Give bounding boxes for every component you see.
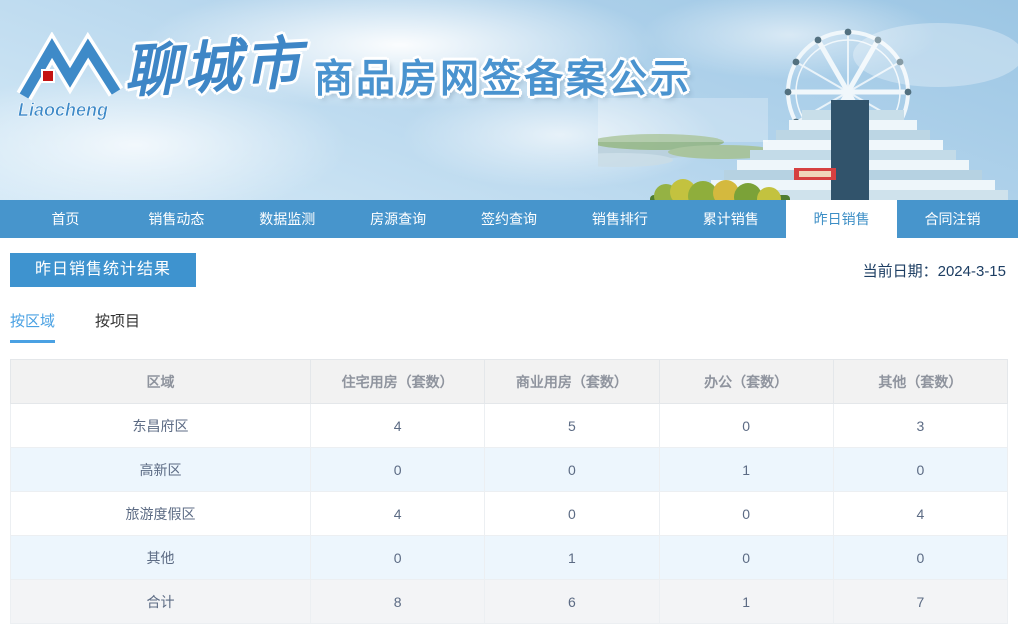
table-header-row: 区域 住宅用房（套数） 商业用房（套数） 办公（套数） 其他（套数） (11, 360, 1008, 404)
nav-item-yesterday-sales[interactable]: 昨日销售 (786, 200, 897, 238)
value-cell: 0 (485, 492, 659, 536)
table-row: 其他 0 1 0 0 (11, 536, 1008, 580)
value-cell: 3 (833, 404, 1007, 448)
value-cell: 0 (311, 448, 485, 492)
col-region: 区域 (11, 360, 311, 404)
value-cell: 0 (485, 448, 659, 492)
value-cell: 0 (659, 536, 833, 580)
liaocheng-logo-icon: Liaocheng (16, 32, 124, 124)
site-brand: Liaocheng 聊城市 商品房网签备案公示 (16, 32, 692, 124)
value-cell: 8 (311, 580, 485, 624)
value-cell: 1 (659, 580, 833, 624)
view-tabs: 按区域 按项目 (10, 310, 1008, 343)
nav-item-sales-dynamics[interactable]: 销售动态 (121, 200, 232, 238)
city-name: 聊城市 (123, 35, 306, 101)
value-cell: 1 (659, 448, 833, 492)
value-cell: 7 (833, 580, 1007, 624)
table-row: 旅游度假区 4 0 0 4 (11, 492, 1008, 536)
region-cell: 旅游度假区 (11, 492, 311, 536)
logo-script-text: Liaocheng (18, 100, 108, 120)
section-header: 昨日销售统计结果 当前日期：2024-3-15 (10, 253, 1008, 287)
value-cell: 4 (311, 492, 485, 536)
main-nav: 首页 销售动态 数据监测 房源查询 签约查询 销售排行 累计销售 昨日销售 合同… (0, 200, 1018, 238)
value-cell: 0 (659, 404, 833, 448)
col-commercial: 商业用房（套数） (485, 360, 659, 404)
col-office: 办公（套数） (659, 360, 833, 404)
value-cell: 0 (311, 536, 485, 580)
tab-by-region[interactable]: 按区域 (10, 310, 55, 343)
site-title: 商品房网签备案公示 (314, 60, 692, 99)
nav-item-listing-query[interactable]: 房源查询 (343, 200, 454, 238)
table-total-row: 合计 8 6 1 7 (11, 580, 1008, 624)
value-cell: 4 (311, 404, 485, 448)
region-cell: 合计 (11, 580, 311, 624)
table-row: 东昌府区 4 5 0 3 (11, 404, 1008, 448)
value-cell: 6 (485, 580, 659, 624)
nav-item-sales-ranking[interactable]: 销售排行 (564, 200, 675, 238)
nav-item-home[interactable]: 首页 (10, 200, 121, 238)
site-banner: Liaocheng 聊城市 商品房网签备案公示 (0, 0, 1018, 200)
col-other: 其他（套数） (833, 360, 1007, 404)
tab-by-project[interactable]: 按项目 (95, 310, 140, 343)
yesterday-sales-table: 区域 住宅用房（套数） 商业用房（套数） 办公（套数） 其他（套数） 东昌府区 … (10, 359, 1008, 624)
region-cell: 其他 (11, 536, 311, 580)
region-cell: 东昌府区 (11, 404, 311, 448)
value-cell: 5 (485, 404, 659, 448)
current-date: 当前日期：2024-3-15 (863, 260, 1008, 281)
nav-item-data-monitoring[interactable]: 数据监测 (232, 200, 343, 238)
col-residential: 住宅用房（套数） (311, 360, 485, 404)
value-cell: 0 (833, 536, 1007, 580)
region-cell: 高新区 (11, 448, 311, 492)
value-cell: 0 (833, 448, 1007, 492)
value-cell: 4 (833, 492, 1007, 536)
main-content: 昨日销售统计结果 当前日期：2024-3-15 按区域 按项目 区域 住宅用房（… (0, 253, 1018, 624)
value-cell: 1 (485, 536, 659, 580)
nav-item-signing-query[interactable]: 签约查询 (454, 200, 565, 238)
nav-item-cumulative-sales[interactable]: 累计销售 (675, 200, 786, 238)
section-title-badge: 昨日销售统计结果 (10, 253, 196, 287)
nav-item-contract-cancellation[interactable]: 合同注销 (897, 200, 1008, 238)
value-cell: 0 (659, 492, 833, 536)
table-row: 高新区 0 0 1 0 (11, 448, 1008, 492)
